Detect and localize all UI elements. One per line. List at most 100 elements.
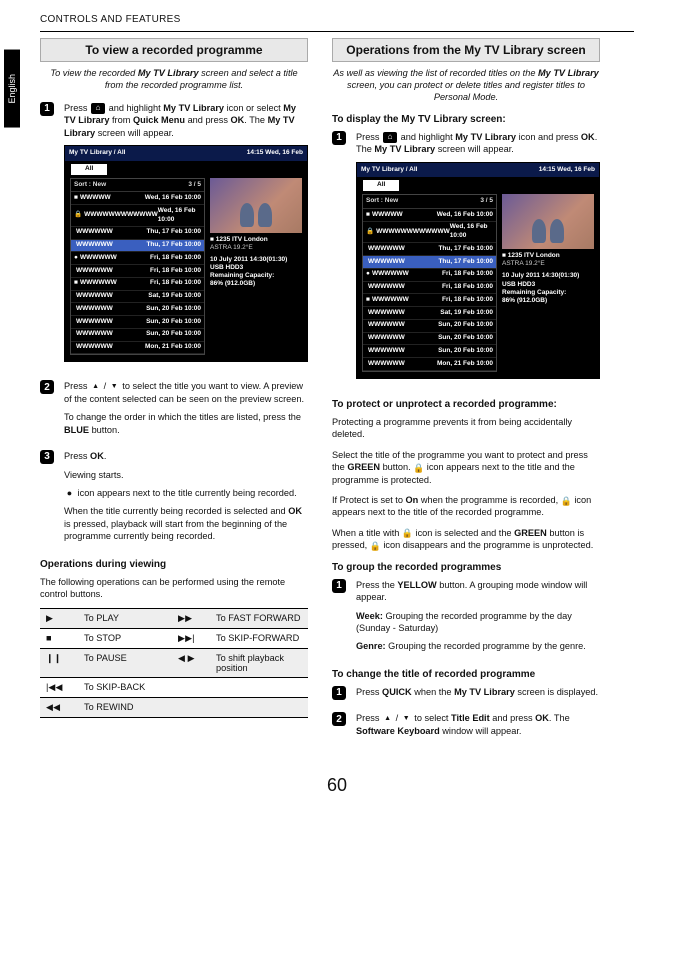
- sort-bar: Sort : New 3 / 5: [363, 195, 496, 209]
- row-time: Fri, 18 Feb 10:00: [442, 283, 493, 292]
- up-arrow-icon: [382, 713, 393, 724]
- shift-icon: ◀ ▶: [172, 649, 210, 678]
- row-time: Sun, 20 Feb 10:00: [438, 321, 493, 330]
- group-heading: To group the recorded programmes: [332, 562, 600, 573]
- step-number: 2: [40, 380, 54, 394]
- list-item: WWWWWW Sun, 20 Feb 10:00: [363, 320, 496, 333]
- list-item: WWWWWW Sun, 20 Feb 10:00: [71, 329, 204, 342]
- content-columns: To view a recorded programme To view the…: [40, 38, 634, 751]
- change-heading: To change the title of recorded programm…: [332, 669, 600, 680]
- step-number: 1: [332, 686, 346, 700]
- row-title: WWWWWW: [368, 347, 405, 356]
- date-label: 10 July 2011 14:30(01:30): [210, 256, 302, 264]
- t: icon appears next to the title currently…: [75, 488, 297, 498]
- row-title: WWWWWW: [368, 283, 405, 292]
- step-text: When the title currently being recorded …: [64, 505, 308, 542]
- row-title: WWWWW: [372, 211, 403, 220]
- sat-label: ASTRA 19.2°E: [502, 260, 594, 268]
- list-item: WWWWWW Mon, 21 Feb 10:00: [363, 358, 496, 371]
- t: screen will appear.: [95, 128, 174, 138]
- row-time: Thu, 17 Feb 10:00: [146, 241, 201, 250]
- row-time: Wed, 16 Feb 10:00: [158, 207, 201, 225]
- t: . The: [549, 713, 570, 723]
- lock-icon: [370, 540, 381, 551]
- screenshot-header: My TV Library / All 14:15 Wed, 16 Feb: [357, 163, 599, 178]
- table-row: ❙❙ To PAUSE ◀ ▶ To shift playback positi…: [40, 649, 308, 678]
- screenshot-header: My TV Library / All 14:15 Wed, 16 Feb: [65, 146, 307, 161]
- row-title: WWWWWW: [80, 254, 117, 263]
- t: Press: [356, 687, 382, 697]
- t: screen will appear.: [435, 144, 514, 154]
- right-column: Operations from the My TV Library screen…: [332, 38, 600, 751]
- running-head: CONTROLS AND FEATURES: [40, 14, 634, 25]
- row-glyph-icon: ●: [366, 270, 370, 279]
- date-label: 10 July 2011 14:30(01:30): [502, 272, 594, 280]
- row-time: Sat, 19 Feb 10:00: [148, 292, 201, 301]
- right-intro: As well as viewing the list of recorded …: [332, 68, 600, 104]
- head-left: My TV Library / All: [361, 166, 417, 175]
- step-text: Press / to select Title Edit and press O…: [356, 712, 600, 737]
- t: When a title with: [332, 528, 402, 538]
- list-item: WWWWWW Thu, 17 Feb 10:00: [363, 256, 496, 269]
- sort-label: Sort : New: [74, 181, 106, 190]
- t: GREEN: [347, 462, 380, 472]
- row-time: Sun, 20 Feb 10:00: [438, 334, 493, 343]
- language-tab: English: [4, 50, 20, 128]
- list-item: WWWWWW Sun, 20 Feb 10:00: [71, 303, 204, 316]
- row-title: WWWWWW: [76, 292, 113, 301]
- row-time: Wed, 16 Feb 10:00: [450, 223, 493, 241]
- list-item: WWWWWW Thu, 17 Feb 10:00: [71, 240, 204, 253]
- play-icon: ▶: [40, 609, 78, 629]
- label: To FAST FORWARD: [210, 609, 308, 629]
- step-number: 1: [332, 131, 346, 145]
- t: from: [109, 115, 132, 125]
- row-title: WWWWW: [80, 194, 111, 203]
- t: icon is selected and the: [413, 528, 514, 538]
- row-time: Thu, 17 Feb 10:00: [438, 245, 493, 254]
- skip-fwd-icon: ▶▶|: [172, 629, 210, 649]
- row-title: WWWWWW: [372, 270, 409, 279]
- pause-icon: ❙❙: [40, 649, 78, 678]
- step-text: Press OK.: [64, 450, 308, 462]
- t: button.: [380, 462, 413, 472]
- right-step-group-1: 1 Press the YELLOW button. A grouping mo…: [332, 579, 600, 659]
- t: icon and press: [516, 132, 581, 142]
- step-text: Press and highlight My TV Library icon a…: [356, 131, 600, 156]
- row-title: WWWWWW: [368, 321, 405, 330]
- t: My TV Library: [455, 132, 516, 142]
- home-icon: [91, 103, 105, 114]
- tab-all: All: [363, 180, 399, 191]
- t: When the title currently being recorded …: [64, 506, 288, 516]
- remain-label: Remaining Capacity:: [210, 272, 302, 280]
- remain-label: Remaining Capacity:: [502, 289, 594, 297]
- preview-thumbnail: [210, 178, 302, 233]
- t: Press: [356, 713, 382, 723]
- t: My TV Library: [454, 687, 515, 697]
- home-icon: [383, 132, 397, 143]
- list-item: WWWWWW Sun, 20 Feb 10:00: [363, 345, 496, 358]
- row-time: Fri, 18 Feb 10:00: [442, 296, 493, 305]
- table-row: |◀◀ To SKIP-BACK: [40, 678, 308, 698]
- head-left: My TV Library / All: [69, 149, 125, 158]
- ops-intro: The following operations can be performe…: [40, 576, 308, 601]
- t: My TV Library: [374, 144, 435, 154]
- head-right: 14:15 Wed, 16 Feb: [539, 166, 595, 175]
- label: To shift playback position: [210, 649, 308, 678]
- t: Grouping the recorded programme by the d…: [356, 611, 572, 633]
- row-time: Thu, 17 Feb 10:00: [438, 258, 493, 267]
- remain-value: 86% (912.0GB): [210, 280, 302, 288]
- row-glyph-icon: ■: [366, 296, 370, 305]
- t: As well as viewing the list of recorded …: [333, 68, 538, 78]
- t: Grouping the recorded programme by the g…: [386, 641, 586, 651]
- row-glyph-icon: 🔒: [366, 228, 374, 237]
- t: Quick Menu: [133, 115, 185, 125]
- down-arrow-icon: [401, 713, 412, 724]
- empty: [210, 698, 308, 718]
- list-item: WWWWWW Sat, 19 Feb 10:00: [71, 291, 204, 304]
- row-title: WWWWWW: [76, 267, 113, 276]
- preview-panel: ■ 1235 ITV London ASTRA 19.2°E 10 July 2…: [210, 178, 302, 356]
- step-text: Press and highlight My TV Library icon o…: [64, 102, 308, 139]
- row-glyph-icon: ■: [74, 194, 78, 203]
- row-title: WWWWWW: [368, 258, 405, 267]
- sort-label: Sort : New: [366, 197, 398, 206]
